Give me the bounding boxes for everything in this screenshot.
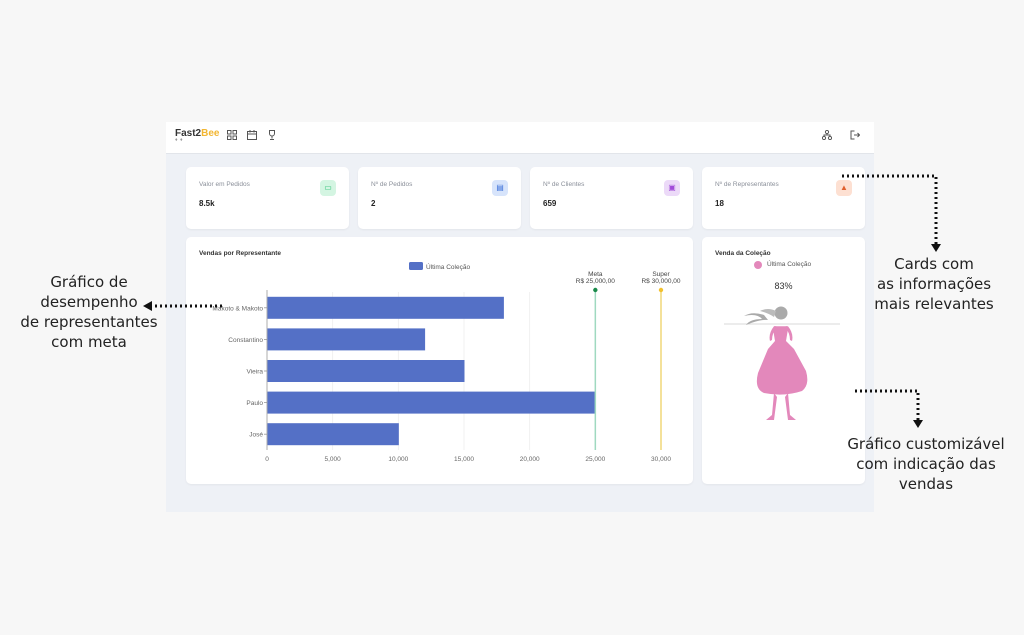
annotation-line: com indicação das <box>856 455 996 473</box>
bell-icon: ▲ <box>836 180 852 196</box>
arrowhead-icon <box>913 420 923 428</box>
bar <box>267 423 399 446</box>
logo[interactable]: Fast2Bee ♦ ♦ <box>175 128 219 143</box>
bar <box>267 328 426 351</box>
stat-card-valor[interactable]: Valor em Pedidos 8.5k ▭ <box>186 167 349 229</box>
x-tick-label: 20,000 <box>520 456 540 463</box>
stat-card-pedidos[interactable]: Nº de Pedidos 2 ▤ <box>358 167 521 229</box>
legend-swatch <box>409 262 423 270</box>
arrowhead-icon <box>931 244 941 252</box>
stat-label: Nº de Pedidos <box>371 181 413 188</box>
x-tick-label: 0 <box>265 456 269 463</box>
calendar-icon[interactable] <box>247 130 257 140</box>
x-tick-label: 25,000 <box>585 456 605 463</box>
bar <box>267 296 504 319</box>
stat-value: 18 <box>715 199 724 208</box>
markline-value: R$ 30,000,00 <box>641 278 680 285</box>
annotation-line: vendas <box>898 475 954 493</box>
sales-chart-card: Vendas por Representante 0 5,000 10,000 15,… <box>186 237 693 484</box>
annotation-performance: Gráfico de desempenho de representantes … <box>14 272 164 352</box>
annotation-line: Cards com <box>894 255 974 273</box>
stat-card-representantes[interactable]: Nº de Representantes 18 ▲ <box>702 167 865 229</box>
bar <box>267 360 465 382</box>
x-tick-label: 15,000 <box>454 456 474 463</box>
clients-icon: ▣ <box>664 180 680 196</box>
y-tick-label: Vieira <box>246 369 263 376</box>
x-tick-label: 30,000 <box>651 456 671 463</box>
markline-dot <box>658 287 664 293</box>
top-navbar: Fast2Bee ♦ ♦ <box>166 122 874 154</box>
y-tick-label: Constantino <box>228 337 263 344</box>
sitemap-icon[interactable] <box>821 129 833 141</box>
y-tick-label: José <box>249 432 263 439</box>
logo-accent: Bee <box>201 128 220 139</box>
logout-icon[interactable] <box>850 130 861 140</box>
markline-name: Meta <box>588 271 603 278</box>
stat-value: 8.5k <box>199 199 215 208</box>
stat-label: Valor em Pedidos <box>199 181 250 188</box>
annotation-cards: Cards com as informações mais relevantes <box>864 254 1004 314</box>
dashboard-app: Fast2Bee ♦ ♦ Valor em Pedidos 8.5k ▭ Nº … <box>166 122 874 512</box>
annotation-line: com meta <box>51 333 127 351</box>
trophy-icon[interactable] <box>267 130 277 140</box>
dress-silhouette-fill <box>756 326 808 420</box>
annotation-line: as informações <box>876 275 992 293</box>
orders-icon: ▤ <box>492 180 508 196</box>
sales-bar-chart: 0 5,000 10,000 15,000 20,000 25,000 30,000 Últi… <box>212 262 681 463</box>
dress-silhouette-outline <box>744 306 788 325</box>
markline-dot <box>593 287 598 293</box>
stat-label: Nº de Clientes <box>543 181 585 188</box>
x-tick-label: 10,000 <box>388 456 408 463</box>
annotation-line: Gráfico de <box>50 273 128 291</box>
y-tick-label: Paulo <box>246 400 263 407</box>
y-tick-label: Makoto & Makoto <box>212 305 263 312</box>
annotation-line: Gráfico customizável <box>847 435 1005 453</box>
bar <box>267 391 596 414</box>
annotation-line: mais relevantes <box>874 295 994 313</box>
annotation-line: de representantes <box>20 313 158 331</box>
markline-value: R$ 25,000,00 <box>576 278 615 285</box>
x-tick-label: 5,000 <box>325 456 342 463</box>
legend-label: Última Coleção <box>426 262 470 271</box>
stat-label: Nº de Representantes <box>715 181 779 188</box>
markline-name: Super <box>652 271 670 278</box>
stat-card-clientes[interactable]: Nº de Clientes 659 ▣ <box>530 167 693 229</box>
dashboard-icon[interactable] <box>227 130 237 140</box>
stat-value: 2 <box>371 199 376 208</box>
annotation-custom-chart: Gráfico customizável com indicação das v… <box>838 434 1014 494</box>
stat-value: 659 <box>543 199 557 208</box>
money-icon: ▭ <box>320 180 336 196</box>
annotation-line: desempenho <box>40 293 138 311</box>
